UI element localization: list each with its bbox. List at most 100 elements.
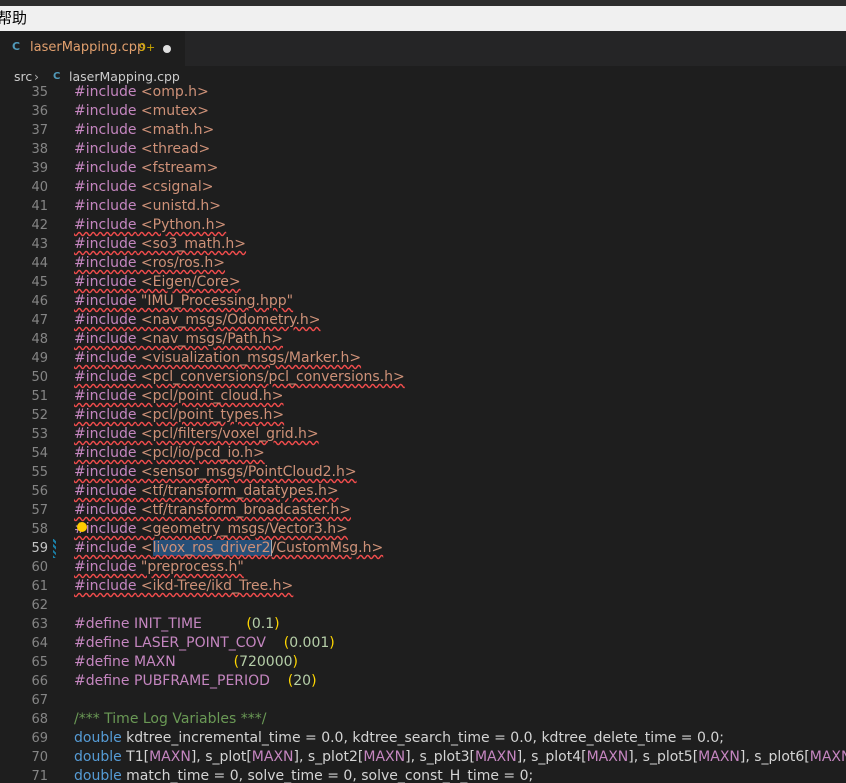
- code-line[interactable]: 50 #include <pcl_conversions/pcl_conversi…: [0, 368, 846, 387]
- define-directive: #define: [74, 616, 130, 632]
- include-path: <ros/ros.h>: [136, 255, 226, 271]
- include-directive: #include: [74, 217, 137, 233]
- include-path: <unistd.h>: [136, 198, 221, 214]
- code-line[interactable]: 51 #include <pcl/point_cloud.h>: [0, 387, 846, 406]
- include-directive: #include: [74, 236, 137, 252]
- line-number: 55: [31, 465, 48, 480]
- code-line[interactable]: 37 #include <math.h>: [0, 121, 846, 140]
- code-text: #define INIT_TIME (0.1): [74, 615, 280, 634]
- code-line[interactable]: 60 #include "preprocess.h": [0, 558, 846, 577]
- line-number: 64: [31, 636, 48, 651]
- code-line[interactable]: 39 #include <fstream>: [0, 159, 846, 178]
- macro-ref: MAXN: [251, 749, 294, 765]
- code-line[interactable]: 56 #include <tf/transform_datatypes.h>: [0, 482, 846, 501]
- macro-value: 0.001: [289, 635, 330, 651]
- code-line[interactable]: 44 #include <ros/ros.h>: [0, 254, 846, 273]
- code-line[interactable]: 62: [0, 596, 846, 615]
- editor-tab-bar: C laserMapping.cpp 9+: [0, 31, 846, 66]
- code-line[interactable]: 43 #include <so3_math.h>: [0, 235, 846, 254]
- code-line[interactable]: 46 #include "IMU_Processing.hpp": [0, 292, 846, 311]
- macro-value: 20: [293, 673, 312, 689]
- menu-help[interactable]: 帮助: [0, 6, 27, 31]
- include-path: <pcl/io/pcd_io.h>: [136, 445, 265, 461]
- code-line[interactable]: 64 #define LASER_POINT_COV (0.001): [0, 634, 846, 653]
- code-editor[interactable]: 35 #include <omp.h> 36 #include <mutex> 37 #i…: [0, 84, 846, 783]
- code-line[interactable]: 45 #include <Eigen/Core>: [0, 273, 846, 292]
- code-line[interactable]: 40 #include <csignal>: [0, 178, 846, 197]
- code-line[interactable]: 35 #include <omp.h>: [0, 84, 846, 102]
- code-line[interactable]: 57 #include <tf/transform_broadcaster.h>: [0, 501, 846, 520]
- code-line[interactable]: 36 #include <mutex>: [0, 102, 846, 121]
- include-path: <geometry_msgs/Vector3.h>: [136, 521, 348, 537]
- code-line[interactable]: 47 #include <nav_msgs/Odometry.h>: [0, 311, 846, 330]
- include-directive: #include: [74, 274, 137, 290]
- code-line[interactable]: 70 double T1[MAXN], s_plot[MAXN], s_plot2…: [0, 748, 846, 767]
- code-line[interactable]: 69 double kdtree_incremental_time = 0.0, …: [0, 729, 846, 748]
- code-line[interactable]: 71 double match_time = 0, solve_time = 0,…: [0, 767, 846, 783]
- code-line[interactable]: 68 /*** Time Log Variables ***/: [0, 710, 846, 729]
- define-directive: #define: [74, 635, 130, 651]
- code-text: double match_time = 0, solve_time = 0, s…: [74, 767, 533, 783]
- include-path: <pcl/filters/voxel_grid.h>: [136, 426, 319, 442]
- code-line[interactable]: 59 #include <livox_ros_driver2/CustomMsg.…: [0, 539, 846, 558]
- code-line[interactable]: 38 #include <thread>: [0, 140, 846, 159]
- line-number: 65: [31, 655, 48, 670]
- code-token: ], s_plot2[: [293, 749, 364, 765]
- include-directive: #include: [74, 122, 137, 138]
- code-text: #include <fstream>: [74, 159, 218, 178]
- code-line[interactable]: 66 #define PUBFRAME_PERIOD (20): [0, 672, 846, 691]
- line-number: 43: [31, 237, 48, 252]
- include-directive: #include: [74, 407, 137, 423]
- include-directive: #include: [74, 312, 137, 328]
- macro-ref: MAXN: [809, 749, 846, 765]
- code-line[interactable]: 48 #include <nav_msgs/Path.h>: [0, 330, 846, 349]
- paren: ): [311, 673, 317, 689]
- line-number: 41: [31, 199, 48, 214]
- unsaved-dot-icon[interactable]: [163, 45, 171, 53]
- code-line[interactable]: 63 #define INIT_TIME (0.1): [0, 615, 846, 634]
- include-path: "preprocess.h": [136, 559, 244, 575]
- line-number: 54: [31, 446, 48, 461]
- code-token: match_time = 0, solve_time = 0, solve_co…: [121, 768, 534, 783]
- macro-ref: MAXN: [474, 749, 517, 765]
- code-line[interactable]: 61 #include <ikd-Tree/ikd_Tree.h>: [0, 577, 846, 596]
- line-number: 53: [31, 427, 48, 442]
- code-line[interactable]: 54 #include <pcl/io/pcd_io.h>: [0, 444, 846, 463]
- code-text: /*** Time Log Variables ***/: [74, 710, 266, 729]
- include-directive: #include: [74, 255, 137, 271]
- tab-lasermapping-cpp[interactable]: C laserMapping.cpp 9+: [0, 31, 185, 66]
- code-token: kdtree_incremental_time = 0.0, kdtree_se…: [121, 730, 724, 746]
- code-text: #include <nav_msgs/Odometry.h>: [74, 311, 321, 330]
- include-path: <sensor_msgs/PointCloud2.h>: [136, 464, 357, 480]
- code-line[interactable]: 41 #include <unistd.h>: [0, 197, 846, 216]
- macro-name: LASER_POINT_COV: [134, 635, 266, 651]
- lightbulb-icon[interactable]: [77, 522, 87, 532]
- line-number: 71: [31, 769, 48, 783]
- include-path: <: [136, 540, 153, 556]
- include-path: <mutex>: [136, 103, 210, 119]
- paren: ): [292, 654, 298, 670]
- code-line[interactable]: 49 #include <visualization_msgs/Marker.h>: [0, 349, 846, 368]
- include-directive: #include: [74, 369, 137, 385]
- code-line[interactable]: 53 #include <pcl/filters/voxel_grid.h>: [0, 425, 846, 444]
- code-token: ], s_plot5[: [628, 749, 699, 765]
- line-number: 66: [31, 674, 48, 689]
- tab-filename: laserMapping.cpp: [30, 40, 146, 55]
- line-number: 70: [31, 750, 48, 765]
- line-number: 49: [31, 351, 48, 366]
- code-line[interactable]: 67: [0, 691, 846, 710]
- code-line[interactable]: 52 #include <pcl/point_types.h>: [0, 406, 846, 425]
- code-token: ], s_plot[: [190, 749, 252, 765]
- problems-badge: 9+: [139, 41, 156, 54]
- code-line[interactable]: 65 #define MAXN (720000): [0, 653, 846, 672]
- include-directive: #include: [74, 483, 137, 499]
- code-line[interactable]: 55 #include <sensor_msgs/PointCloud2.h>: [0, 463, 846, 482]
- code-text: #include "IMU_Processing.hpp": [74, 292, 293, 311]
- code-line[interactable]: 42 #include <Python.h>: [0, 216, 846, 235]
- git-change-marker[interactable]: [53, 539, 56, 558]
- line-number: 59: [31, 541, 48, 556]
- code-text: #include <tf/transform_broadcaster.h>: [74, 501, 351, 520]
- code-line[interactable]: 58 #include <geometry_msgs/Vector3.h>: [0, 520, 846, 539]
- type-keyword: double: [74, 749, 122, 765]
